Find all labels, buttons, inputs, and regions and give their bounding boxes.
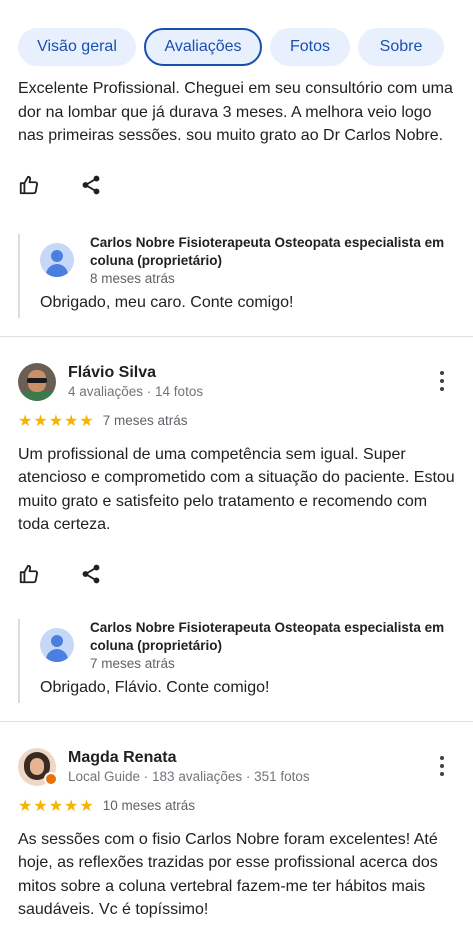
review-header: Flávio Silva 4 avaliações · 14 fotos (0, 362, 473, 401)
review-header: Magda Renata Local Guide · 183 avaliaçõe… (0, 747, 473, 786)
review-date: 7 meses atrás (102, 413, 188, 428)
review-item: Flávio Silva 4 avaliações · 14 fotos ★★★… (0, 337, 473, 703)
review-item: Magda Renata Local Guide · 183 avaliaçõe… (0, 722, 473, 922)
reviewer-name[interactable]: Flávio Silva (68, 363, 203, 383)
reply-date: 8 meses atrás (90, 270, 175, 286)
thumb-up-icon[interactable] (18, 563, 40, 585)
reviewer-name[interactable]: Magda Renata (68, 748, 310, 768)
review-date: 10 meses atrás (102, 798, 196, 813)
reviewer-stats: 4 avaliações · 14 fotos (68, 383, 204, 399)
review-text: Excelente Profissional. Cheguei em seu c… (18, 80, 453, 144)
owner-reply: Carlos Nobre Fisioterapeuta Osteopata es… (18, 233, 473, 318)
avatar[interactable] (18, 362, 56, 401)
reviews-list: Excelente Profissional. Cheguei em seu c… (0, 72, 473, 922)
tab-bar: Visão geral Avaliações Fotos Sobre (18, 28, 463, 68)
more-vert-icon[interactable] (439, 755, 445, 778)
more-vert-icon[interactable] (439, 370, 445, 393)
tab-reviews[interactable]: Avaliações (144, 28, 262, 66)
reply-author: Carlos Nobre Fisioterapeuta Osteopata es… (90, 234, 445, 268)
rating-row: ★★★★★ 7 meses atrás (0, 409, 473, 433)
reply-text: Obrigado, Flávio. Conte comigo! (40, 678, 270, 696)
tab-overview[interactable]: Visão geral (18, 28, 136, 66)
rating-row: ★★★★★ 10 meses atrás (0, 794, 473, 818)
thumb-up-icon[interactable] (18, 174, 40, 196)
review-text: Um profissional de uma competência sem i… (18, 445, 455, 534)
local-guide-badge-icon (44, 771, 58, 786)
share-icon[interactable] (80, 563, 102, 585)
tab-about[interactable]: Sobre (358, 28, 444, 66)
reply-date: 7 meses atrás (90, 655, 175, 671)
review-item: Excelente Profissional. Cheguei em seu c… (0, 77, 473, 318)
review-actions (0, 170, 473, 200)
reviewer-stats: Local Guide · 183 avaliações · 351 fotos (68, 768, 310, 784)
share-icon[interactable] (80, 174, 102, 196)
review-text: As sessões com o fisio Carlos Nobre fora… (18, 830, 438, 919)
tab-photos[interactable]: Fotos (270, 28, 350, 66)
star-rating: ★★★★★ (18, 797, 95, 815)
owner-reply: Carlos Nobre Fisioterapeuta Osteopata es… (18, 618, 473, 703)
reply-text: Obrigado, meu caro. Conte comigo! (40, 293, 294, 311)
owner-avatar (40, 242, 74, 277)
reply-author: Carlos Nobre Fisioterapeuta Osteopata es… (90, 619, 445, 653)
star-rating: ★★★★★ (18, 412, 95, 430)
review-actions (0, 559, 473, 589)
owner-avatar (40, 627, 74, 662)
